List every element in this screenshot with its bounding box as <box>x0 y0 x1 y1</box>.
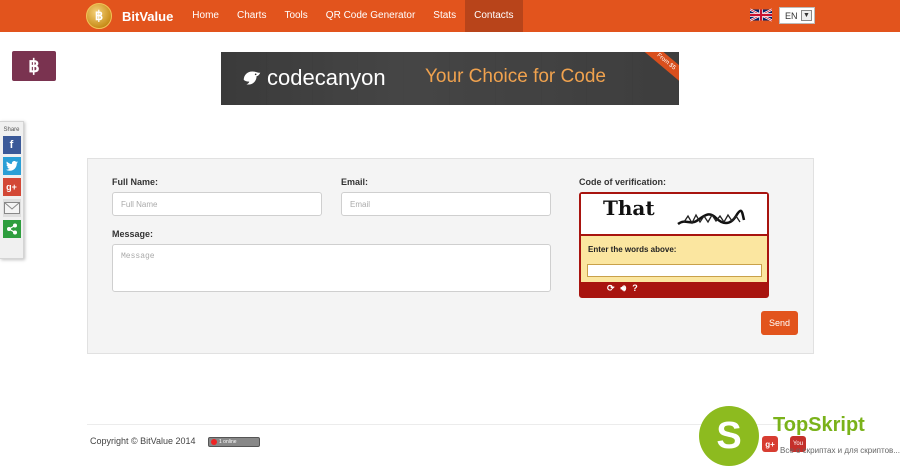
full-name-label: Full Name: <box>112 177 159 187</box>
share-sidebar: Share f g+ <box>0 121 24 259</box>
nav-item-stats[interactable]: Stats <box>424 0 465 32</box>
nav-item-qr-code-generator[interactable]: QR Code Generator <box>317 0 425 32</box>
bird-icon <box>243 71 261 85</box>
brand-name[interactable]: BitValue <box>122 9 173 24</box>
captcha-image: That <box>581 194 767 234</box>
email-label: Email: <box>341 177 369 187</box>
language-value: EN <box>785 10 798 21</box>
share-label: Share <box>3 127 20 133</box>
email-input[interactable]: Email <box>341 192 551 216</box>
banner-tagline: Your Choice for Code <box>425 66 606 87</box>
nav-item-charts[interactable]: Charts <box>228 0 275 32</box>
nav-inner: ฿ BitValue Home Charts Tools QR Code Gen… <box>86 0 523 32</box>
captcha-widget: That Enter the words above: ⟳ 🔊︎ ? <box>579 192 769 298</box>
full-name-input[interactable]: Full Name <box>112 192 322 216</box>
bitcoin-button[interactable]: ฿ <box>12 51 56 81</box>
refresh-icon[interactable]: ⟳ <box>607 283 615 294</box>
topskript-logo-letter: S <box>716 414 742 457</box>
banner-brand: codecanyon <box>241 65 386 91</box>
captcha-word: That <box>603 196 655 220</box>
nav-item-home[interactable]: Home <box>183 0 228 32</box>
nav-item-tools[interactable]: Tools <box>275 0 316 32</box>
copyright-text: Copyright © BitValue 2014 <box>90 436 196 446</box>
verification-label: Code of verification: <box>579 177 667 187</box>
email-icon[interactable] <box>2 199 21 217</box>
google-plus-icon: g+ <box>762 436 778 452</box>
bitcoin-logo-icon[interactable]: ฿ <box>86 3 112 29</box>
topskript-name: TopSkript <box>773 414 865 436</box>
twitter-icon[interactable] <box>2 157 21 175</box>
audio-icon[interactable]: 🔊︎ <box>621 283 627 294</box>
uk-flag-icon[interactable] <box>750 7 772 23</box>
message-textarea[interactable]: Message <box>112 244 551 292</box>
language-select[interactable]: EN ▼ <box>779 7 815 24</box>
online-counter-text: 1 online <box>219 439 237 445</box>
contact-form-panel: Full Name: Full Name Email: Email Messag… <box>87 158 814 354</box>
bitcoin-icon: ฿ <box>28 55 40 76</box>
chevron-down-icon: ▼ <box>801 10 812 21</box>
google-plus-icon[interactable]: g+ <box>2 178 21 196</box>
nav-item-contacts[interactable]: Contacts <box>465 0 523 32</box>
codecanyon-banner[interactable]: codecanyon Your Choice for Code From $5 <box>221 52 679 105</box>
captcha-answer-area: Enter the words above: <box>581 236 767 282</box>
captcha-toolbar: ⟳ 🔊︎ ? <box>607 283 638 294</box>
message-label: Message: <box>112 229 154 239</box>
top-navbar: ฿ BitValue Home Charts Tools QR Code Gen… <box>0 0 900 32</box>
help-icon[interactable]: ? <box>632 283 638 294</box>
online-counter-badge[interactable]: 1 online <box>208 437 260 447</box>
topskript-subtitle: Все о скриптах и для скриптов... <box>780 446 900 455</box>
captcha-distorted-word <box>677 209 746 226</box>
captcha-input[interactable] <box>587 264 762 277</box>
captcha-prompt: Enter the words above: <box>588 245 677 254</box>
topskript-logo: S <box>699 406 759 466</box>
share-icon[interactable] <box>2 220 21 238</box>
online-dot-icon <box>211 439 217 445</box>
send-button[interactable]: Send <box>761 311 798 335</box>
facebook-icon[interactable]: f <box>2 136 21 154</box>
banner-brand-text: codecanyon <box>267 65 386 90</box>
